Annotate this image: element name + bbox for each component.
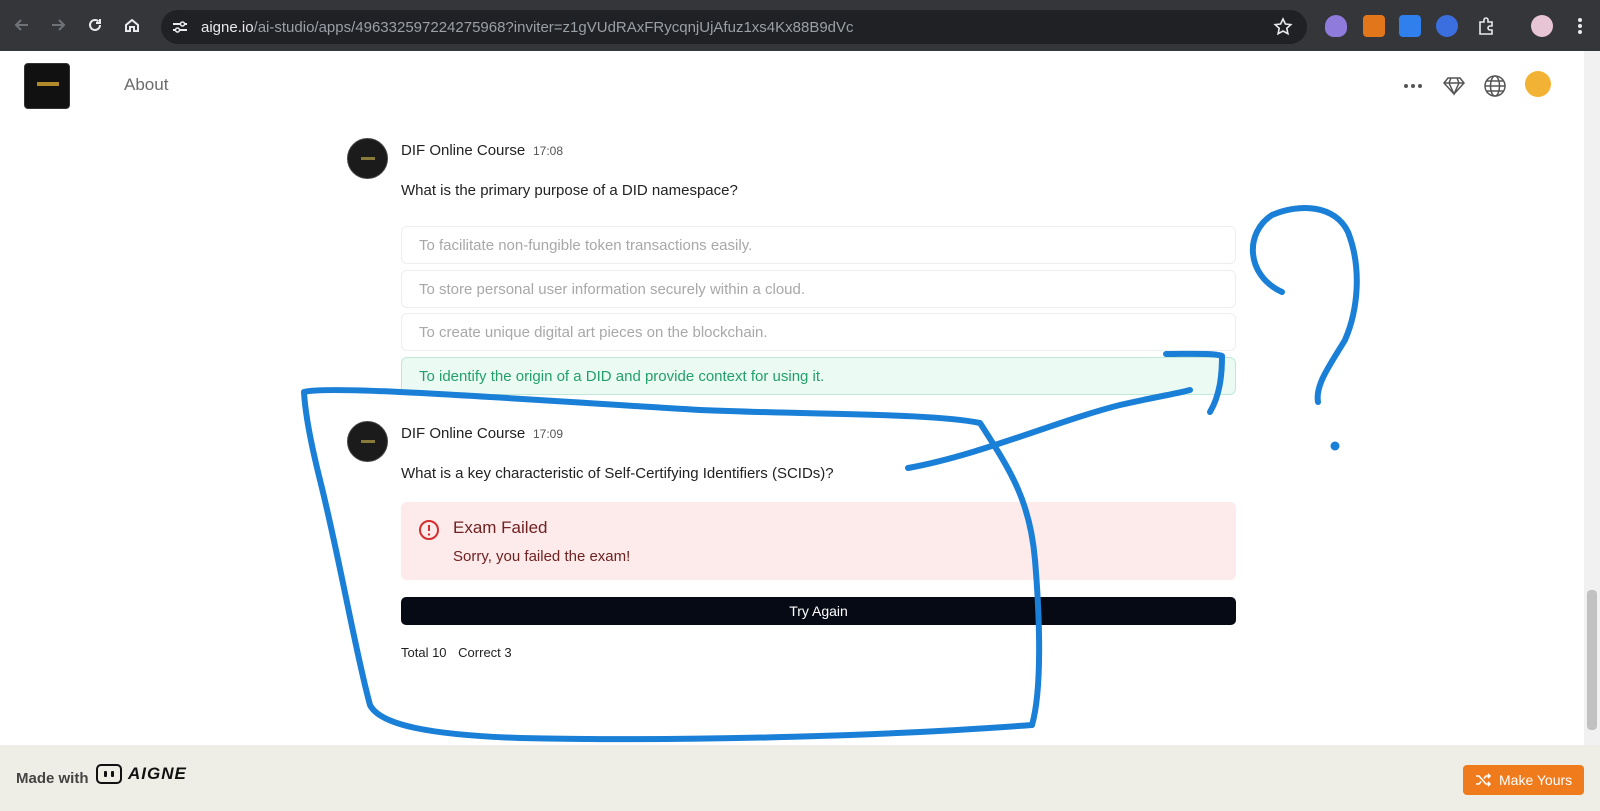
footer-bar: Made with AIGNE Make Yours — [0, 745, 1600, 811]
message-author: DIF Online Course — [401, 425, 526, 442]
forward-icon[interactable] — [47, 14, 69, 36]
brand-name: AIGNE — [128, 764, 187, 783]
chrome-profile-avatar[interactable] — [1531, 15, 1553, 37]
message-time: 17:08 — [533, 144, 564, 158]
handdrawn-annotation — [301, 205, 1360, 743]
shuffle-icon — [1476, 773, 1491, 787]
menu-icon[interactable] — [1569, 15, 1591, 37]
metamask-extension-icon[interactable] — [1363, 15, 1385, 37]
app-header: About — [0, 51, 1584, 121]
bookmark-star-icon[interactable] — [1273, 17, 1293, 37]
ghost-extension-icon[interactable] — [1325, 15, 1347, 37]
course-avatar — [347, 138, 388, 179]
url-path: /ai-studio/apps/496332597224275968?invit… — [253, 19, 854, 36]
answer-option-correct[interactable]: To identify the origin of a DID and prov… — [401, 357, 1236, 395]
score-summary: Total 10 Correct 3 — [401, 645, 520, 660]
question-text: What is a key characteristic of Self-Cer… — [401, 465, 834, 482]
error-icon — [418, 519, 440, 541]
extensions-icon[interactable] — [1475, 15, 1497, 37]
back-icon[interactable] — [11, 14, 33, 36]
answer-option[interactable]: To create unique digital art pieces on t… — [401, 313, 1236, 351]
made-with-label: Made with — [16, 770, 89, 787]
try-again-button[interactable]: Try Again — [401, 597, 1236, 625]
profile-extension-icon[interactable] — [1436, 15, 1458, 37]
question-text: What is the primary purpose of a DID nam… — [401, 182, 738, 199]
browser-toolbar: aigne.io/ai-studio/apps/4963325972242759… — [0, 0, 1600, 51]
answer-option[interactable]: To facilitate non-fungible token transac… — [401, 226, 1236, 264]
about-link[interactable]: About — [124, 75, 168, 95]
user-avatar[interactable] — [1525, 71, 1551, 97]
site-info-icon[interactable] — [171, 18, 189, 36]
address-bar[interactable]: aigne.io/ai-studio/apps/4963325972242759… — [161, 10, 1307, 44]
diamond-icon[interactable] — [1441, 73, 1467, 99]
aigne-brand[interactable]: AIGNE — [96, 764, 187, 784]
message-time: 17:09 — [533, 427, 564, 441]
correct-count: Correct 3 — [458, 645, 512, 660]
make-yours-label: Make Yours — [1499, 772, 1573, 788]
reload-icon[interactable] — [84, 14, 106, 36]
course-avatar — [347, 421, 388, 462]
total-count: Total 10 — [401, 645, 447, 660]
globe-icon[interactable] — [1482, 73, 1508, 99]
exam-failed-alert: Exam Failed Sorry, you failed the exam! — [401, 502, 1236, 580]
annotation-dot — [1330, 441, 1340, 451]
alert-body: Sorry, you failed the exam! — [453, 548, 631, 565]
aigne-logo-icon — [96, 764, 122, 784]
url-text: aigne.io/ai-studio/apps/4963325972242759… — [201, 19, 854, 36]
answer-option[interactable]: To store personal user information secur… — [401, 270, 1236, 308]
more-icon[interactable] — [1400, 73, 1426, 99]
wallet-extension-icon[interactable] — [1399, 15, 1421, 37]
make-yours-button[interactable]: Make Yours — [1463, 765, 1584, 795]
scrollbar-thumb[interactable] — [1587, 590, 1597, 730]
home-icon[interactable] — [121, 14, 143, 36]
app-logo[interactable] — [24, 63, 70, 109]
url-host: aigne.io — [201, 19, 254, 36]
message-author: DIF Online Course — [401, 142, 526, 159]
alert-title: Exam Failed — [453, 518, 548, 537]
